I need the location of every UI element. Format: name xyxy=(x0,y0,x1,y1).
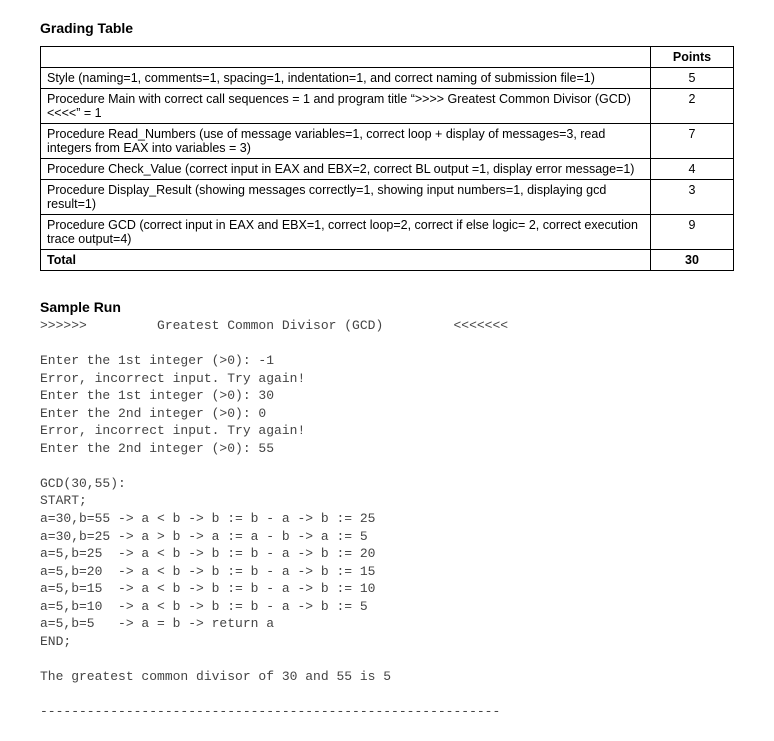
sample-run-title: Sample Run xyxy=(40,299,734,315)
table-row: Procedure Main with correct call sequenc… xyxy=(41,89,734,124)
row-desc: Procedure Display_Result (showing messag… xyxy=(41,180,651,215)
row-desc: Procedure Read_Numbers (use of message v… xyxy=(41,124,651,159)
row-desc: Style (naming=1, comments=1, spacing=1, … xyxy=(41,68,651,89)
row-points: 5 xyxy=(651,68,734,89)
total-points: 30 xyxy=(651,250,734,271)
table-row: Procedure GCD (correct input in EAX and … xyxy=(41,215,734,250)
total-label: Total xyxy=(41,250,651,271)
table-row: Procedure Display_Result (showing messag… xyxy=(41,180,734,215)
grading-table-title: Grading Table xyxy=(40,20,734,36)
table-row: Procedure Check_Value (correct input in … xyxy=(41,159,734,180)
row-desc: Procedure Main with correct call sequenc… xyxy=(41,89,651,124)
row-points: 7 xyxy=(651,124,734,159)
grading-header-points: Points xyxy=(651,47,734,68)
sample-run-output: >>>>>> Greatest Common Divisor (GCD) <<<… xyxy=(40,317,734,721)
row-desc: Procedure Check_Value (correct input in … xyxy=(41,159,651,180)
grading-body: Style (naming=1, comments=1, spacing=1, … xyxy=(41,68,734,271)
row-points: 3 xyxy=(651,180,734,215)
table-row: Style (naming=1, comments=1, spacing=1, … xyxy=(41,68,734,89)
table-row: Procedure Read_Numbers (use of message v… xyxy=(41,124,734,159)
total-row: Total 30 xyxy=(41,250,734,271)
row-points: 2 xyxy=(651,89,734,124)
grading-table: Points Style (naming=1, comments=1, spac… xyxy=(40,46,734,271)
row-desc: Procedure GCD (correct input in EAX and … xyxy=(41,215,651,250)
grading-header-empty xyxy=(41,47,651,68)
row-points: 4 xyxy=(651,159,734,180)
row-points: 9 xyxy=(651,215,734,250)
